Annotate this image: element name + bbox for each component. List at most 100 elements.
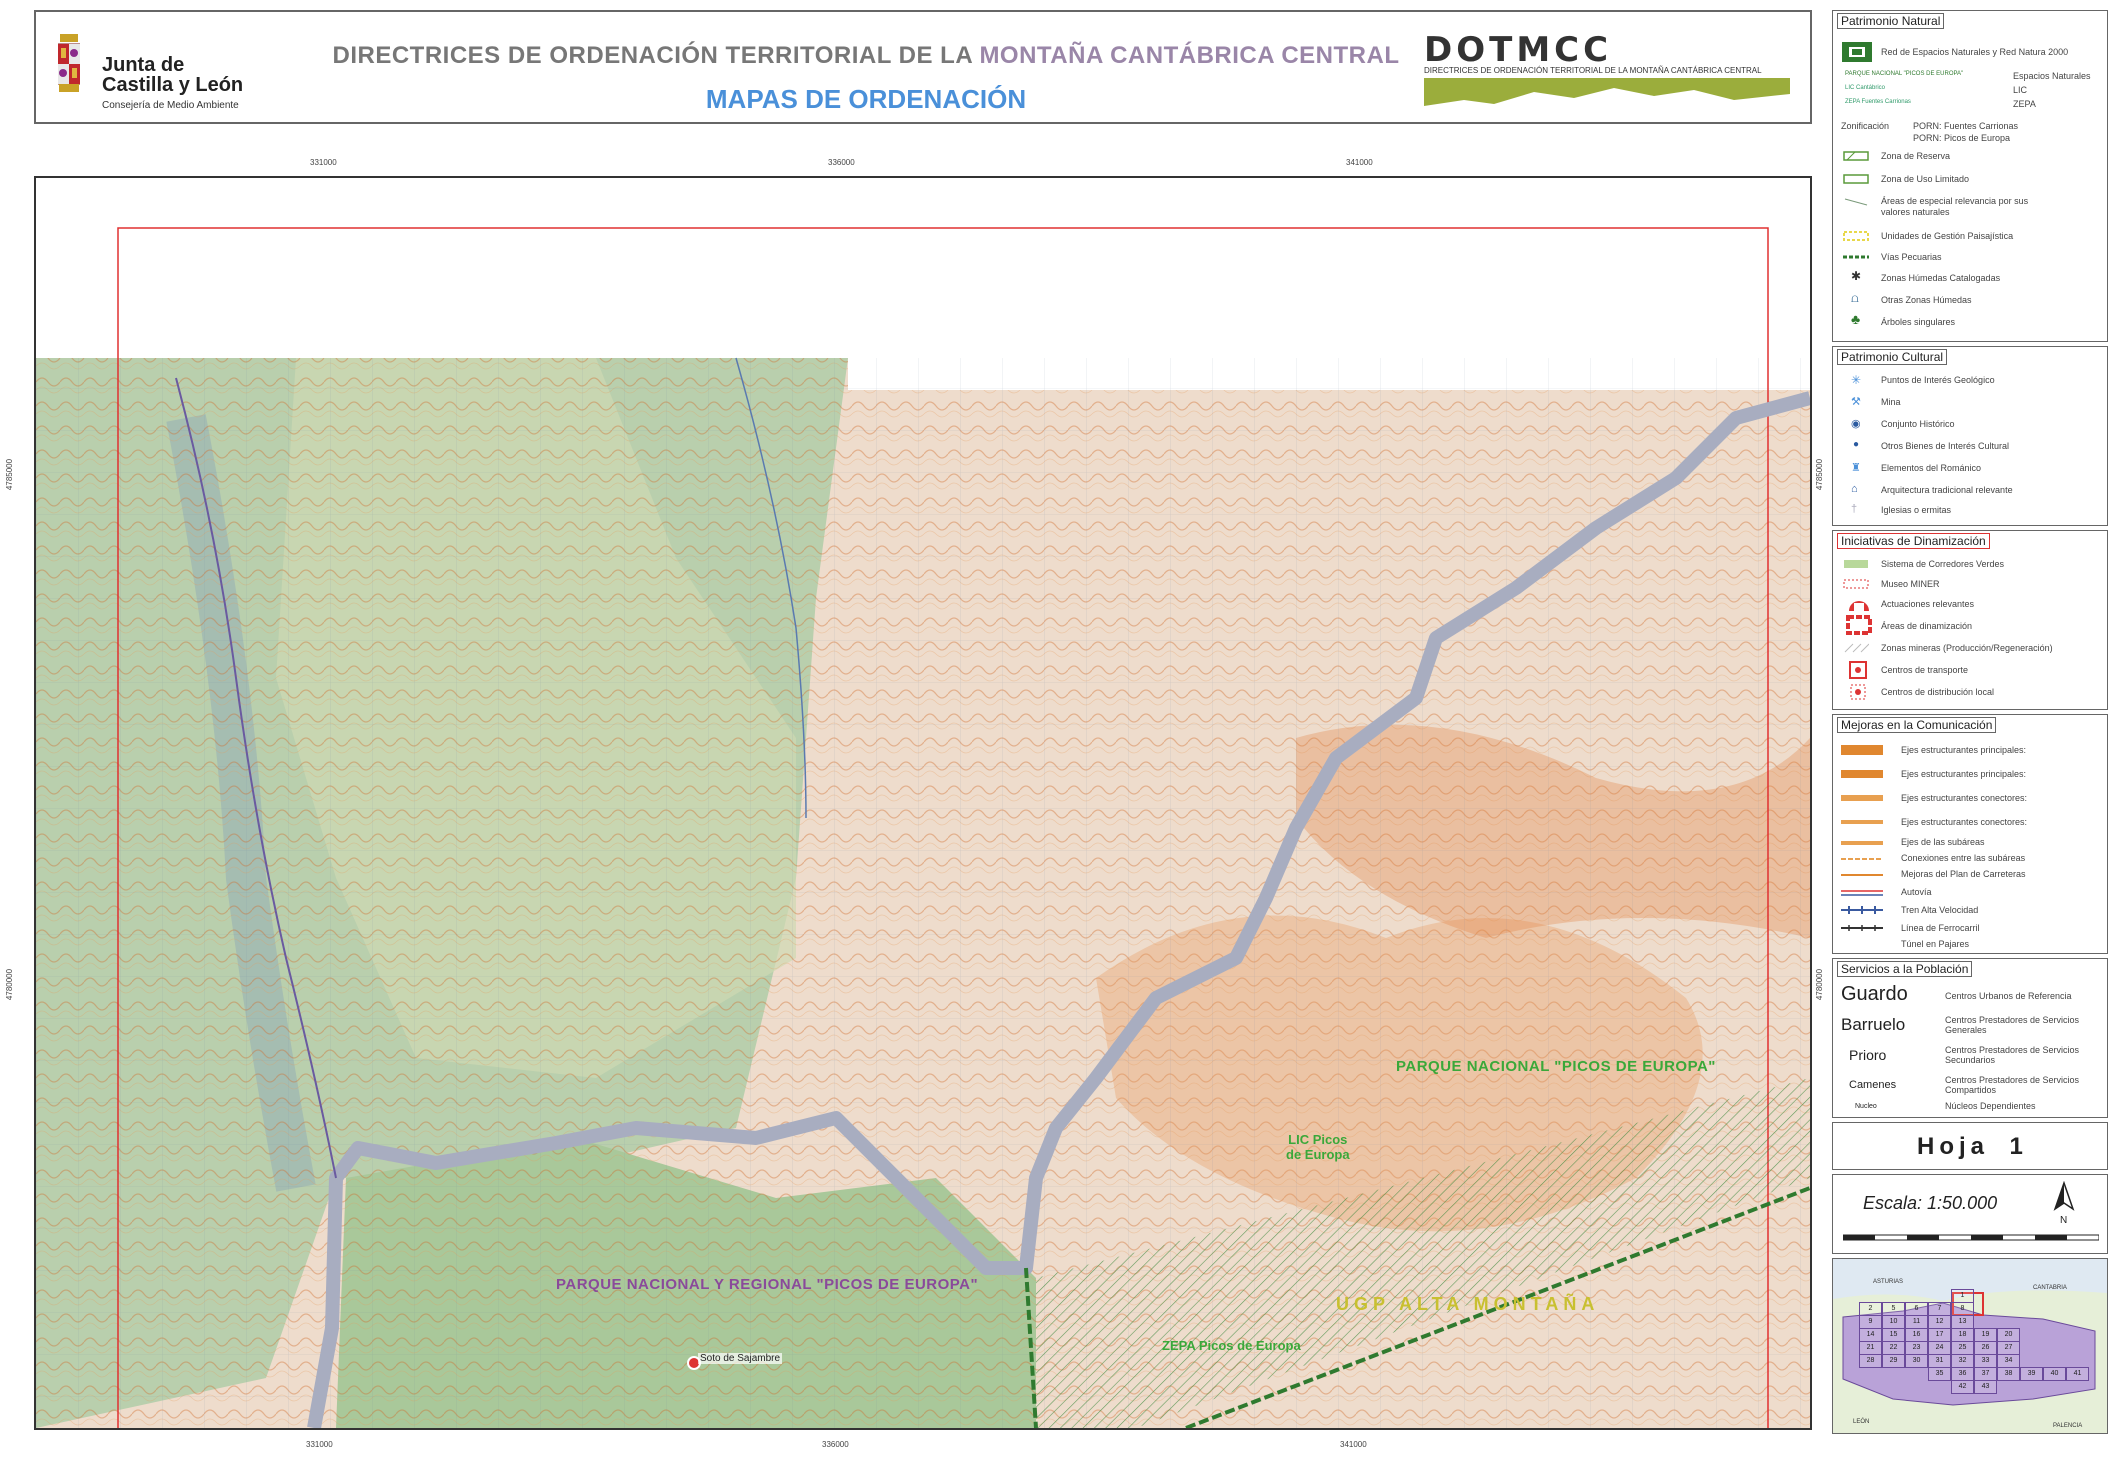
arboles-singulares-icon: ♣ [1851, 311, 1861, 327]
index-cell: 41 [2066, 1367, 2089, 1381]
coord-left-1: 4785000 [5, 458, 15, 491]
servicio-sample-4: Camenes [1849, 1079, 1897, 1091]
map-header: Junta de Castilla y León Consejería de M… [34, 10, 1812, 124]
legend-dinamizacion-title: Iniciativas de Dinamización [1837, 533, 1990, 549]
legend-comunicacion: Mejoras en la Comunicación Ejes estructu… [1832, 714, 2108, 954]
index-cell: 24 [1928, 1341, 1951, 1355]
index-cell: 23 [1905, 1341, 1928, 1355]
servicio-label-3: Centros Prestadores de Servicios Secunda… [1945, 1045, 2080, 1065]
legend-natural-item-2: Zona de Uso Limitado [1881, 174, 1970, 184]
label-lic-picos-line2: de Europa [1286, 1147, 1350, 1162]
legend-natural-item-9: Árboles singulares [1881, 317, 1956, 327]
legend-cultural-item-7: Iglesias o ermitas [1881, 505, 1952, 515]
castilla-leon-shield-icon [58, 34, 80, 92]
sheet-number-box: Hoja 1 [1832, 1122, 2108, 1170]
servicio-sample-2: Barruelo [1841, 1015, 1906, 1034]
label-lic-picos: LIC Picos de Europa [1286, 1132, 1350, 1162]
dotmcc-subtitle: DIRECTRICES DE ORDENACIÓN TERRITORIAL DE… [1424, 66, 1762, 75]
index-region-leon: LEÓN [1853, 1419, 1870, 1425]
index-cell: 34 [1997, 1354, 2020, 1368]
legend-natural-item-5: Unidades de Gestión Paisajística [1881, 231, 2014, 241]
coord-right-2: 4780000 [1815, 968, 1825, 1001]
index-cell: 43 [1974, 1380, 1997, 1394]
coord-top-1: 331000 [310, 158, 337, 167]
page-title: DIRECTRICES DE ORDENACIÓN TERRITORIAL DE… [286, 42, 1446, 70]
centros-distribucion-icon [1850, 684, 1866, 700]
mina-icon: ⚒ [1851, 396, 1861, 408]
legend-dinamizacion-item-1: Sistema de Corredores Verdes [1881, 559, 2005, 569]
index-region-asturias: ASTURIAS [1873, 1279, 1904, 1285]
logo-subtitle: Consejería de Medio Ambiente [102, 100, 239, 111]
sheet-number-label: Hoja 1 [1917, 1133, 2028, 1161]
legend-comunicacion-item-2: Ejes estructurantes principales: [1901, 769, 2027, 779]
legend-cultural-item-3: Conjunto Histórico [1881, 419, 1955, 429]
index-cell: 20 [1997, 1328, 2020, 1342]
north-label: N [2060, 1215, 2068, 1226]
label-lic-picos-line1: LIC Picos [1288, 1132, 1348, 1147]
index-region-palencia: PALENCIA [2053, 1423, 2083, 1429]
index-cell: 5 [1882, 1302, 1905, 1316]
scale-label: Escala: 1:50.000 [1863, 1193, 1998, 1213]
legend-pn-line: PARQUE NACIONAL "PICOS DE EUROPA" [1845, 71, 1964, 77]
zona-reserva-icon [1843, 151, 1869, 161]
eje-conector-2-icon [1841, 820, 1883, 824]
index-cell: 37 [1974, 1367, 1997, 1381]
legend-lic-label: LIC [2013, 85, 2028, 95]
index-cell: 39 [2020, 1367, 2043, 1381]
areas-dinamizacion-icon [1846, 615, 1872, 635]
hoja-number: 1 [2009, 1133, 2028, 1160]
label-soto-de-sajambre: Soto de Sajambre [698, 1353, 783, 1364]
legend-dinamizacion-item-6: Centros de transporte [1881, 665, 1969, 675]
legend-cultural-item-1: Puntos de Interés Geológico [1881, 375, 1995, 385]
index-cell: 17 [1928, 1328, 1951, 1342]
ferrocarril-icon [1841, 925, 1883, 931]
legend-natural-item-6: Vías Pecuarias [1881, 252, 1942, 262]
index-cell: 29 [1882, 1354, 1905, 1368]
index-cell: 42 [1951, 1380, 1974, 1394]
legend-natural-item-4: valores naturales [1881, 207, 1950, 217]
index-cell: 35 [1928, 1367, 1951, 1381]
index-cell: 27 [1997, 1341, 2020, 1355]
map-frame[interactable]: PARQUE NACIONAL "PICOS DE EUROPA" LIC Pi… [34, 176, 1812, 1430]
topographic-map [36, 178, 1810, 1428]
legend-dinamizacion-item-2: Museo MINER [1881, 579, 1940, 589]
legend-patrimonio-cultural: Patrimonio Cultural ✳ Puntos de Interés … [1832, 346, 2108, 526]
legend-lic-line: LIC Cantábrico [1845, 85, 1886, 91]
legend-dinamizacion: Iniciativas de Dinamización Sistema de C… [1832, 530, 2108, 710]
romanico-icon: ♜ [1851, 462, 1861, 474]
legend-comunicacion-item-4: Ejes estructurantes conectores: [1901, 817, 2028, 827]
index-cell: 11 [1905, 1315, 1928, 1329]
zonas-mineras-icon [1844, 643, 1869, 653]
legend-natural-title: Patrimonio Natural [1837, 13, 1945, 29]
mejoras-carreteras-icon [1841, 874, 1883, 876]
zonas-humedas-icon: ✱ [1851, 269, 1862, 283]
coord-bottom-3: 341000 [1340, 1440, 1367, 1449]
index-map: ASTURIAS CANTABRIA LEÓN PALENCIA 1256789… [1832, 1258, 2108, 1434]
index-cell: 18 [1951, 1328, 1974, 1342]
dotmcc-logo: DOTMCC DIRECTRICES DE ORDENACIÓN TERRITO… [1424, 30, 1794, 114]
legend-comunicacion-item-9: Tren Alta Velocidad [1901, 905, 1979, 915]
scale-bar-icon [1843, 1234, 2099, 1241]
legend-comunicacion-item-6: Conexiones entre las subáreas [1901, 853, 2026, 863]
index-grid: 1 2 5 6 7 8 9 10 11 12 13 14 15 16 17 18 19 20 21 22 23 24 25 2… [1859, 1289, 2089, 1417]
legend-porn-1: PORN: Fuentes Carrionas [1913, 121, 2019, 131]
punto-geologico-icon: ✳ [1851, 373, 1862, 387]
areas-relevancia-icon [1844, 198, 1868, 206]
legend-natural-item-7: Zonas Húmedas Catalogadas [1881, 273, 2001, 283]
arquitectura-icon: ⌂ [1851, 483, 1858, 495]
eje-principal-2-icon [1841, 770, 1883, 778]
index-cell: 28 [1859, 1354, 1882, 1368]
legend-servicios: Servicios a la Población Guardo Centros … [1832, 958, 2108, 1118]
legend-comunicacion-item-10: Línea de Ferrocarril [1901, 923, 1980, 933]
legend-cultural-item-4: Otros Bienes de Interés Cultural [1881, 441, 2010, 451]
centros-transporte-icon [1849, 661, 1867, 679]
legend-cultural-item-2: Mina [1881, 397, 1901, 407]
legend-zonificacion: Zonificación [1841, 121, 1890, 131]
conexiones-subareas-icon [1841, 858, 1883, 860]
legend-dinamizacion-item-4: Áreas de dinamización [1881, 621, 1973, 631]
iglesia-icon: † [1851, 503, 1858, 515]
legend-natural-item-8: Otras Zonas Húmedas [1881, 295, 1972, 305]
eje-principal-1-icon [1841, 745, 1883, 755]
label-ugp-alta-montana: UGP ALTA MONTAÑA [1336, 1294, 1600, 1314]
scale-box: Escala: 1:50.000 N [1832, 1174, 2108, 1254]
